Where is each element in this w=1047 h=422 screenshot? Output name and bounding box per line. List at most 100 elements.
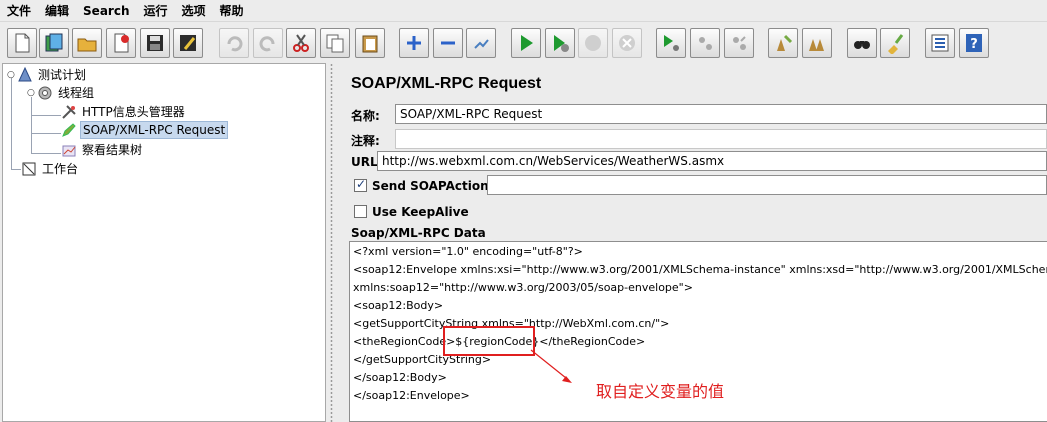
test-plan-icon	[18, 67, 32, 82]
name-field[interactable]: SOAP/XML-RPC Request	[395, 104, 1047, 124]
new-icon	[15, 33, 30, 53]
clear-all-icon	[809, 39, 824, 51]
tree-label-http-header-manager: HTTP信息头管理器	[82, 105, 185, 119]
expand-all-button[interactable]	[399, 28, 429, 58]
collapse-icon	[441, 41, 455, 45]
copy-button[interactable]	[320, 28, 350, 58]
tree-item-thread-group[interactable]: ○ 线程组	[27, 84, 96, 102]
comments-field[interactable]	[395, 129, 1047, 149]
code-line: </soap12:Body>	[353, 371, 447, 384]
tree-item-http-header-manager[interactable]: HTTP信息头管理器	[61, 103, 187, 121]
annotation-note: 取自定义变量的值	[596, 382, 725, 401]
send-soapaction-label: Send SOAPAction:	[372, 179, 494, 193]
cut-icon	[293, 34, 309, 52]
url-field[interactable]: http://ws.webxml.com.cn/WebServices/Weat…	[377, 151, 1047, 171]
function-helper-icon	[931, 34, 949, 52]
clear-all-button[interactable]	[802, 28, 832, 58]
code-line: </soap12:Envelope>	[353, 389, 470, 402]
cut-button[interactable]	[286, 28, 316, 58]
remote-stop-button[interactable]	[690, 28, 720, 58]
split-pane-divider[interactable]	[328, 63, 336, 422]
toolbar: ?	[0, 21, 1047, 62]
expand-toggle-icon[interactable]: ○	[7, 70, 17, 80]
clear-button[interactable]	[768, 28, 798, 58]
paste-button[interactable]	[355, 28, 385, 58]
search-button[interactable]	[847, 28, 877, 58]
remote-start-icon	[664, 35, 679, 51]
code-line: xmlns:soap12="http://www.w3.org/2003/05/…	[353, 281, 693, 294]
save-as-icon	[180, 35, 196, 51]
redo-button[interactable]	[253, 28, 283, 58]
tree-item-workbench[interactable]: 工作台	[21, 160, 80, 178]
search-icon	[854, 41, 870, 49]
undo-button[interactable]	[219, 28, 249, 58]
keepalive-label: Use KeepAlive	[372, 205, 469, 219]
soapaction-field[interactable]	[487, 175, 1047, 195]
tree-item-soap-request[interactable]: SOAP/XML-RPC Request	[61, 121, 229, 139]
menu-help[interactable]: 帮助	[213, 1, 251, 21]
annotation-highlight-box	[443, 326, 535, 356]
reset-search-icon	[888, 34, 904, 54]
shutdown-icon	[619, 35, 635, 51]
undo-icon	[227, 36, 243, 52]
tree-item-view-results-tree[interactable]: 察看结果树	[61, 141, 144, 159]
reset-search-button[interactable]	[880, 28, 910, 58]
menu-run[interactable]: 运行	[136, 1, 174, 21]
sampler-config-panel: SOAP/XML-RPC Request 名称: SOAP/XML-RPC Re…	[338, 63, 1047, 422]
gear-icon	[38, 86, 52, 100]
tree-label-view-results-tree: 察看结果树	[82, 143, 143, 157]
remote-start-button[interactable]	[656, 28, 686, 58]
tree-item-test-plan[interactable]: ○ 测试计划	[7, 66, 88, 84]
start-icon	[521, 35, 533, 51]
code-line: <soap12:Envelope xmlns:xsi="http://www.w…	[353, 263, 1047, 276]
soap-data-label: Soap/XML-RPC Data	[351, 226, 486, 240]
help-button[interactable]: ?	[959, 28, 989, 58]
menu-file[interactable]: 文件	[0, 1, 38, 21]
panel-title: SOAP/XML-RPC Request	[351, 75, 542, 92]
clear-icon	[777, 34, 793, 51]
save-button[interactable]	[140, 28, 170, 58]
tree-label-thread-group: 线程组	[58, 86, 95, 100]
url-label: URL	[351, 155, 378, 169]
templates-button[interactable]	[39, 28, 69, 58]
menu-options[interactable]: 选项	[175, 1, 213, 21]
toggle-button[interactable]	[466, 28, 496, 58]
menu-search[interactable]: Search	[76, 1, 136, 21]
jmeter-window: 文件 编辑 Search 运行 选项 帮助 ? ○ 测试计划 ○ 线程组 HTT…	[0, 0, 1047, 422]
workbench-icon	[22, 162, 36, 176]
save-as-button[interactable]	[173, 28, 203, 58]
name-label: 名称:	[351, 109, 380, 123]
shutdown-button[interactable]	[612, 28, 642, 58]
save-icon	[147, 35, 163, 51]
send-soapaction-checkbox[interactable]	[354, 177, 367, 192]
stop-icon	[585, 35, 601, 51]
tree-label-soap-request: SOAP/XML-RPC Request	[80, 121, 229, 139]
help-icon: ?	[966, 34, 982, 52]
close-button[interactable]	[106, 28, 136, 58]
new-button[interactable]	[7, 28, 37, 58]
chart-icon	[62, 145, 76, 157]
remote-shutdown-button[interactable]	[724, 28, 754, 58]
test-plan-tree: ○ 测试计划 ○ 线程组 HTTP信息头管理器 SOAP/XML-RPC Req…	[2, 63, 326, 422]
open-button[interactable]	[72, 28, 102, 58]
expand-icon	[407, 36, 421, 50]
collapse-all-button[interactable]	[433, 28, 463, 58]
tree-label-test-plan: 测试计划	[38, 68, 87, 82]
remote-stop-icon	[699, 37, 712, 50]
menu-edit[interactable]: 编辑	[38, 1, 76, 21]
keepalive-checkbox[interactable]	[354, 205, 367, 218]
templates-icon	[45, 33, 63, 52]
remote-shutdown-icon	[733, 36, 746, 50]
paste-icon	[362, 35, 378, 53]
start-no-pauses-button[interactable]	[545, 28, 575, 58]
start-button[interactable]	[511, 28, 541, 58]
open-icon	[77, 38, 97, 52]
pen-icon	[62, 123, 76, 137]
wrench-icon	[62, 105, 76, 119]
start-no-pauses-icon	[554, 35, 569, 52]
stop-button[interactable]	[578, 28, 608, 58]
function-helper-button[interactable]	[925, 28, 955, 58]
toggle-icon	[474, 39, 489, 49]
expand-toggle-icon[interactable]: ○	[27, 88, 37, 98]
code-line: <soap12:Body>	[353, 299, 444, 312]
